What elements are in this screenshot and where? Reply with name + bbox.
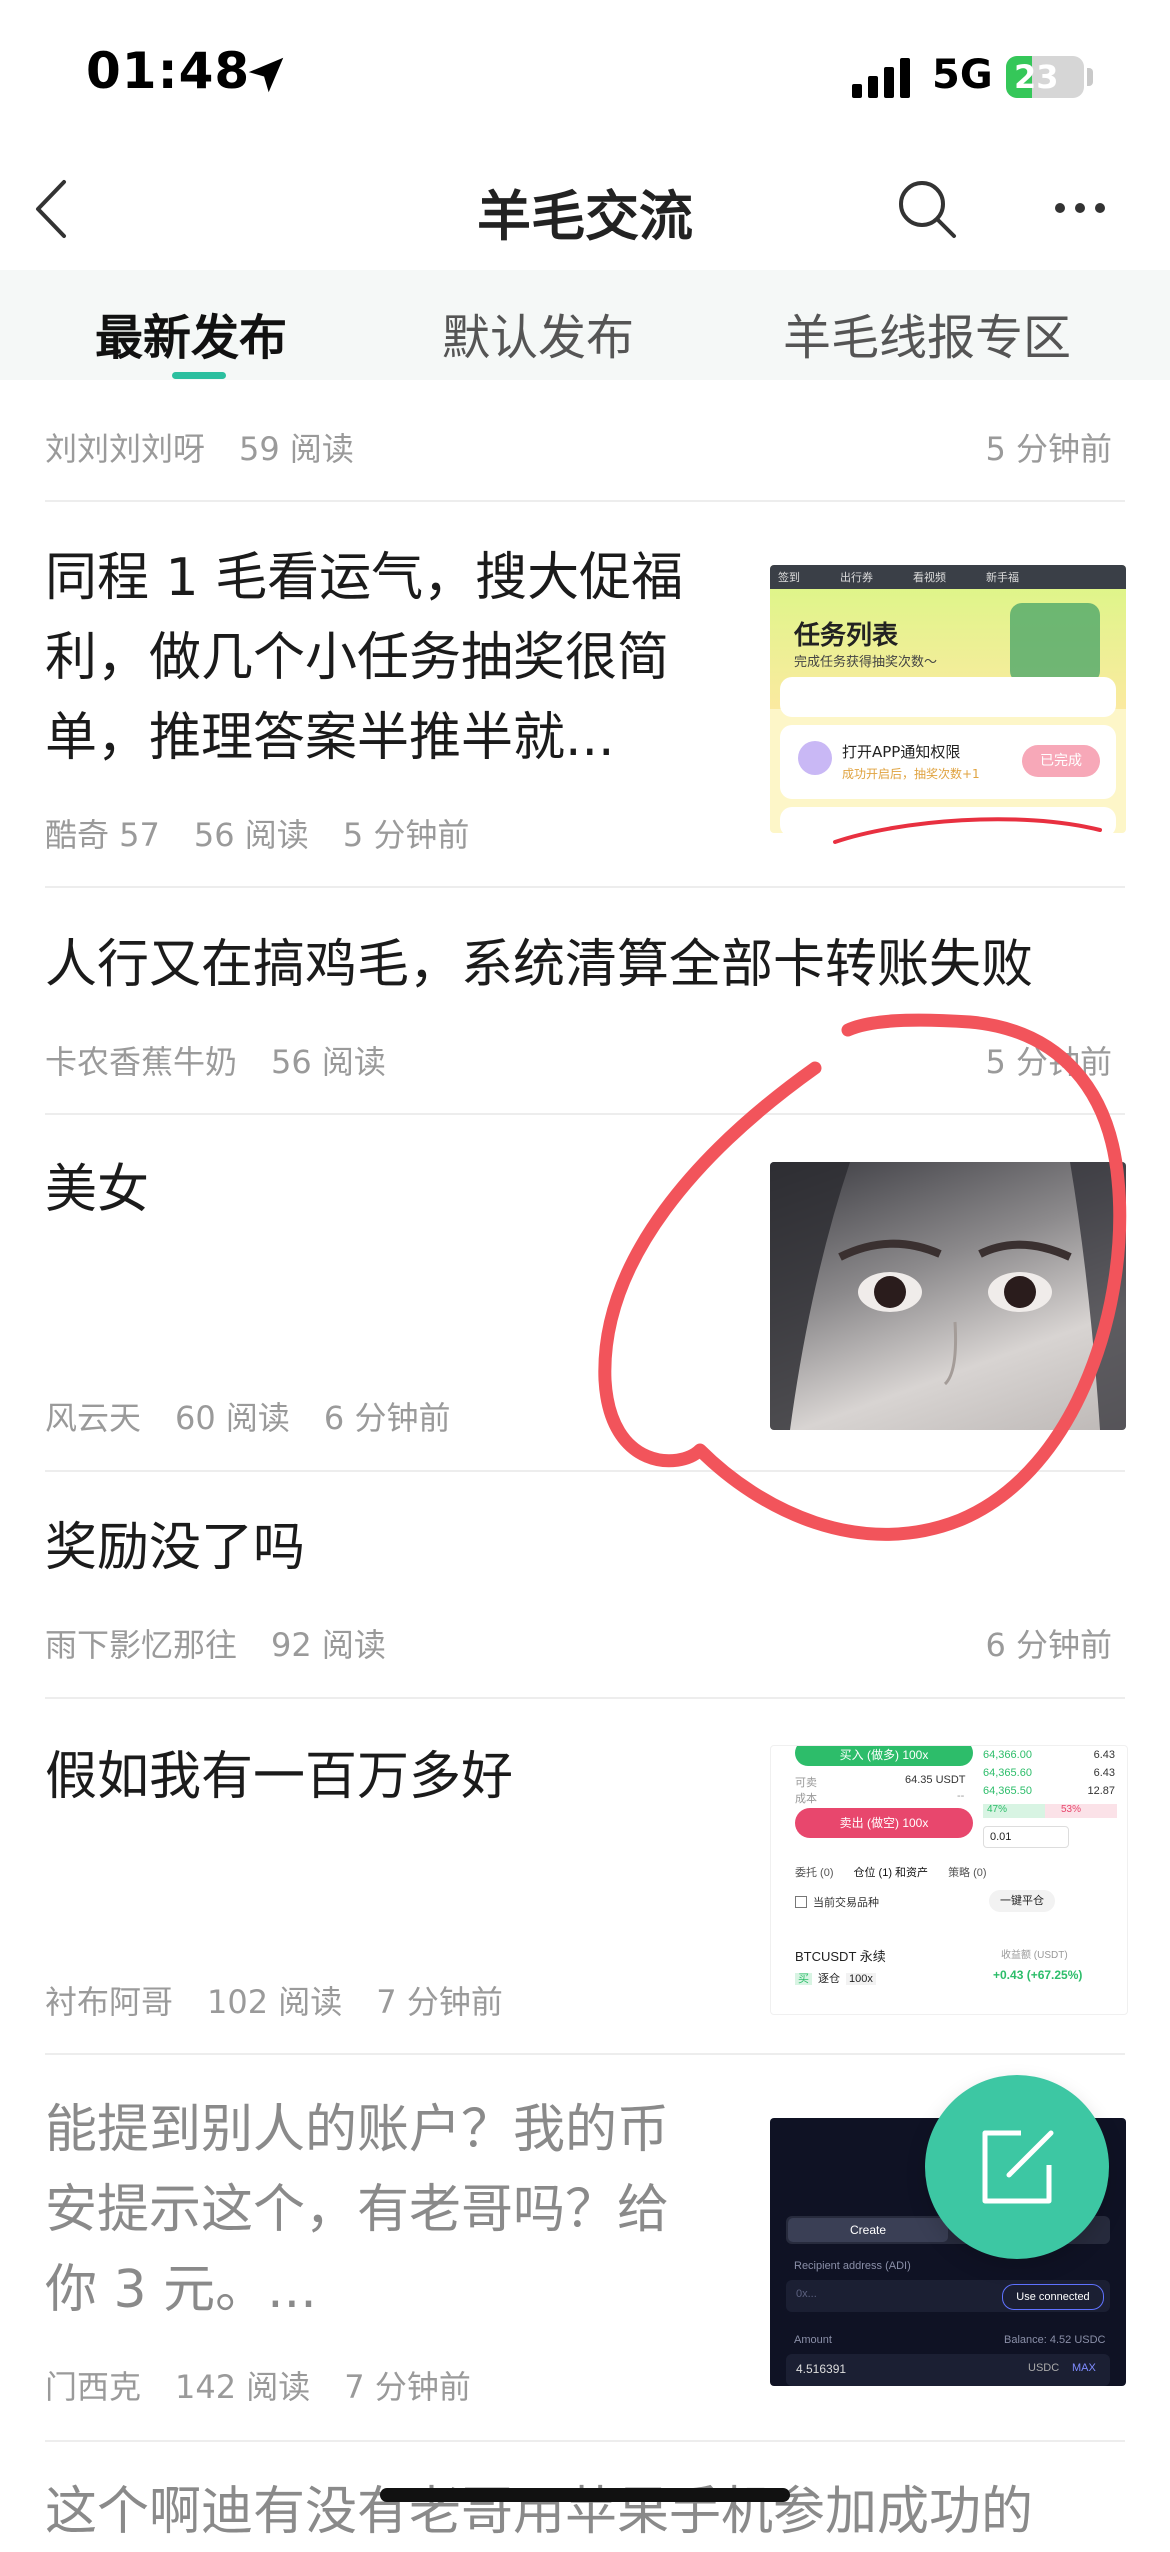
post-time: 6 分钟前 (985, 1626, 1112, 1664)
battery-cap (1087, 68, 1093, 86)
post-author: 卡农香蕉牛奶 (45, 1043, 238, 1081)
post-title: 人行又在搞鸡毛，系统清算全部卡转账失败 (45, 935, 1034, 995)
post-thumbnail (770, 1162, 1126, 1430)
post-meta: 风云天 60 阅读 6 分钟前 (45, 1393, 484, 1439)
post-author: 风云天 (45, 1399, 142, 1437)
tab-deals[interactable]: 羊毛线报专区 (783, 298, 1071, 368)
post-reads: 142 阅读 (175, 2368, 311, 2406)
post-author: 刘刘刘刘呀 (45, 430, 206, 468)
status-time: 01:48 (86, 42, 251, 100)
post-author: 门西克 (45, 2368, 142, 2406)
divider (45, 500, 1125, 502)
post-meta: 衬布阿哥 102 阅读 7 分钟前 (45, 1977, 537, 2023)
post-meta: 雨下影忆那往 92 阅读 (45, 1620, 420, 1666)
more-icon[interactable] (1054, 200, 1106, 216)
post-reads: 59 阅读 (239, 430, 354, 468)
post-meta: 卡农香蕉牛奶 56 阅读 (45, 1037, 420, 1083)
battery-level: 23 (1014, 58, 1059, 96)
location-arrow-icon (248, 57, 284, 93)
divider (45, 2440, 1125, 2442)
search-icon[interactable] (896, 178, 958, 240)
post-meta: 门西克 142 阅读 7 分钟前 (45, 2362, 505, 2408)
active-tab-indicator (172, 372, 226, 379)
nav-bar: 羊毛交流 (0, 150, 1170, 270)
post-reads: 56 阅读 (271, 1043, 386, 1081)
compose-button[interactable] (925, 2075, 1109, 2259)
post-reads: 56 阅读 (193, 816, 309, 854)
edit-icon (982, 2130, 1054, 2204)
network-type: 5G (932, 52, 993, 98)
post-time: 5 分钟前 (985, 1043, 1112, 1081)
post-title: 能提到别人的账户？我的币 安提示这个，有老哥吗？给 你 3 元。... (45, 2100, 670, 2320)
post-author: 雨下影忆那往 (45, 1626, 238, 1664)
post-time: 5 分钟前 (985, 430, 1112, 468)
battery-icon: 23 (1006, 56, 1084, 98)
divider (45, 886, 1125, 888)
home-indicator (380, 2488, 790, 2502)
tab-latest[interactable]: 最新发布 (95, 298, 287, 368)
post-title: 这个啊迪有没有老哥用苹果手机参加成功的 (45, 2482, 1034, 2542)
post-title: 同程 1 毛看运气，搜大促福 利，做几个小任务抽奖很简 单，推理答案半推半就..… (45, 548, 684, 768)
divider (45, 1113, 1125, 1115)
post-meta: 刘刘刘刘呀 59 阅读 (45, 424, 388, 470)
post-time: 6 分钟前 (323, 1399, 451, 1437)
status-bar: 01:48 5G 23 (0, 0, 1170, 150)
post-author: 衬布阿哥 (45, 1983, 174, 2021)
tab-default[interactable]: 默认发布 (442, 298, 634, 368)
post-title: 假如我有一百万多好 (45, 1747, 514, 1807)
post-author: 酷奇 57 (45, 816, 160, 854)
post-time: 7 分钟前 (344, 2368, 471, 2406)
post-reads: 102 阅读 (207, 1983, 343, 2021)
divider (45, 2053, 1125, 2055)
post-time: 7 分钟前 (376, 1983, 503, 2021)
post-title: 美女 (45, 1160, 150, 1220)
post-time: 5 分钟前 (342, 816, 470, 854)
divider (45, 1470, 1125, 1472)
post-thumbnail: 买入 (做多) 100x 可卖 64.35 USDT 成本 -- 卖出 (做空)… (770, 1745, 1128, 2015)
post-reads: 60 阅读 (175, 1399, 290, 1437)
signal-icon (852, 58, 910, 98)
post-meta: 酷奇 57 56 阅读 5 分钟前 (45, 810, 503, 856)
post-reads: 92 阅读 (271, 1626, 386, 1664)
tab-bar: 最新发布 默认发布 羊毛线报专区 (0, 270, 1170, 380)
post-thumbnail: 签到 出行券 看视频 新手福 任务列表 完成任务获得抽奖次数～ 打开APP通知权限 成… (770, 565, 1126, 833)
post-title: 奖励没了吗 (45, 1518, 306, 1578)
divider (45, 1697, 1125, 1699)
page-title: 羊毛交流 (477, 185, 693, 248)
